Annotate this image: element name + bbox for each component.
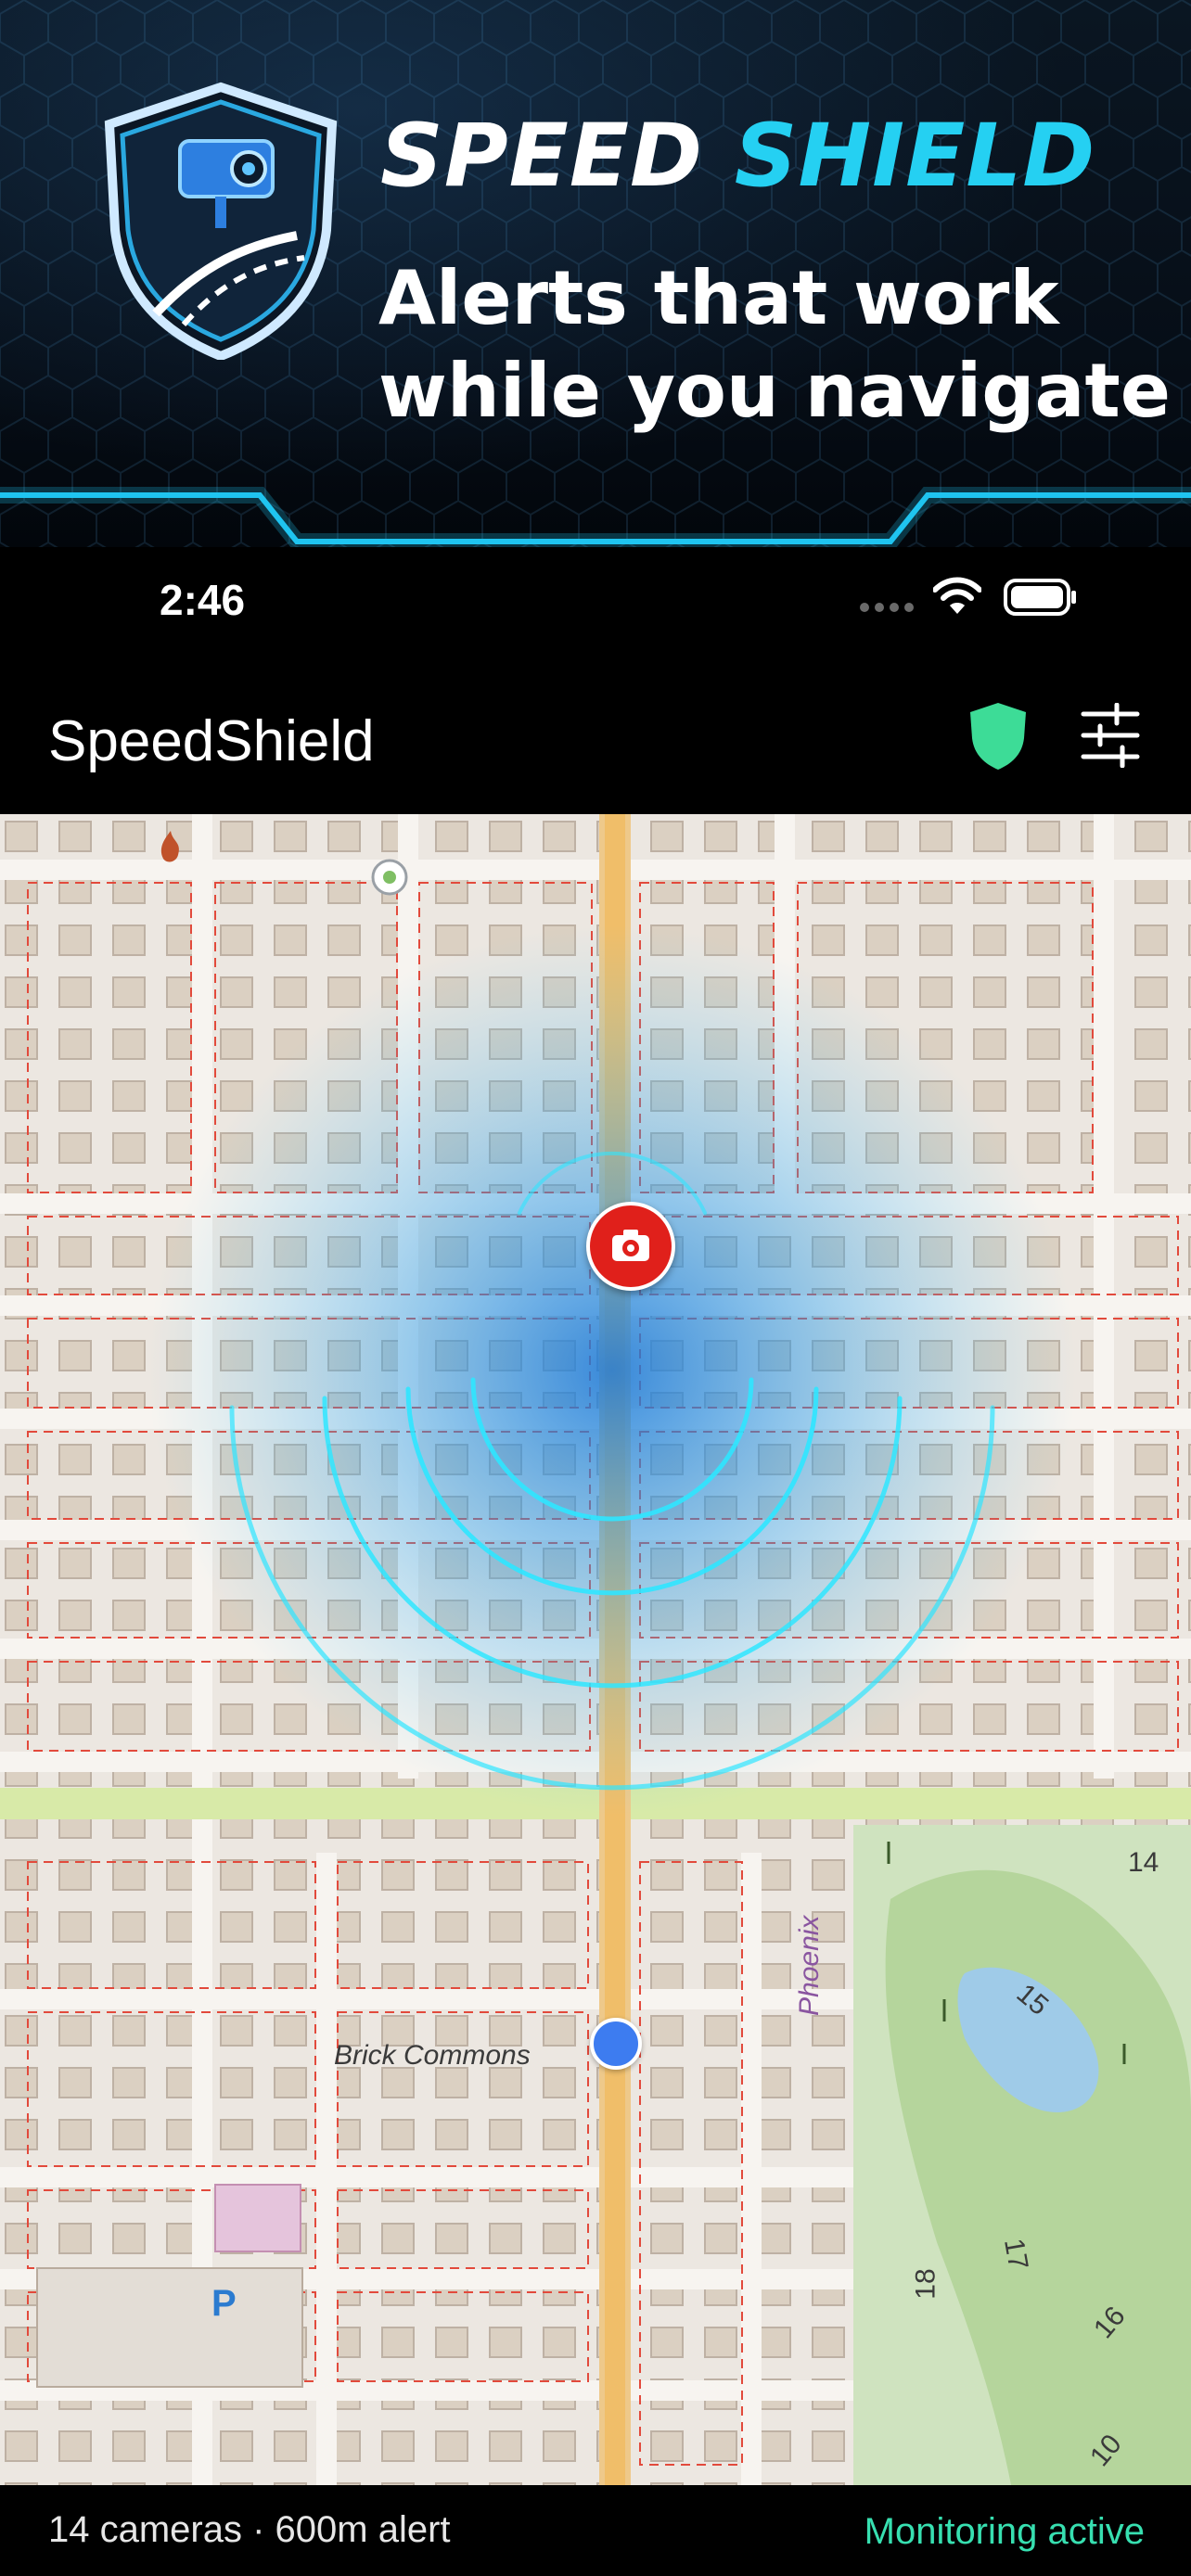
app-title: SpeedShield <box>48 709 375 773</box>
golf-label-18: 18 <box>910 2268 941 2300</box>
golf-label-14: 14 <box>1128 1847 1159 1878</box>
wifi-icon <box>933 577 981 614</box>
speed-shield-logo-icon <box>104 82 338 360</box>
signal-dots-icon <box>860 603 914 612</box>
map-label-brick-commons: Brick Commons <box>334 2040 531 2071</box>
promo-title: SPEED SHIELD <box>380 113 1095 200</box>
status-bar: 2:46 <box>0 547 1191 649</box>
promo-tagline: Alerts that work while you navigate <box>378 252 1176 438</box>
shield-icon[interactable] <box>967 701 1030 772</box>
status-time: 2:46 <box>160 576 246 624</box>
camera-icon <box>612 1230 649 1261</box>
promo-banner: SPEED SHIELD Alerts that work while you n… <box>0 0 1191 547</box>
title-word-shield: SHIELD <box>734 106 1096 207</box>
parking-icon: P <box>211 2283 237 2324</box>
speed-camera-marker[interactable] <box>586 1202 675 1291</box>
monitoring-status: Monitoring active <box>864 2511 1145 2552</box>
map-base <box>0 814 1191 2485</box>
map-label-phoenix: Phoenix <box>794 1915 825 2016</box>
bottom-status-bar: 14 cameras · 600m alert Monitoring activ… <box>0 2485 1191 2576</box>
tagline-line-1: Alerts that work <box>378 255 1059 341</box>
title-word-speed: SPEED <box>380 106 704 207</box>
app-header: SpeedShield <box>0 649 1191 814</box>
golf-label-17: 17 <box>998 2236 1034 2273</box>
tagline-line-2: while you navigate <box>378 348 1171 434</box>
battery-icon <box>1004 579 1076 616</box>
user-location-dot <box>590 2018 642 2070</box>
map-view[interactable]: Brick Commons Phoenix P 14 15 16 17 18 1… <box>0 814 1191 2485</box>
camera-stats-text: 14 cameras · 600m alert <box>48 2509 451 2550</box>
sliders-icon[interactable] <box>1080 703 1141 768</box>
